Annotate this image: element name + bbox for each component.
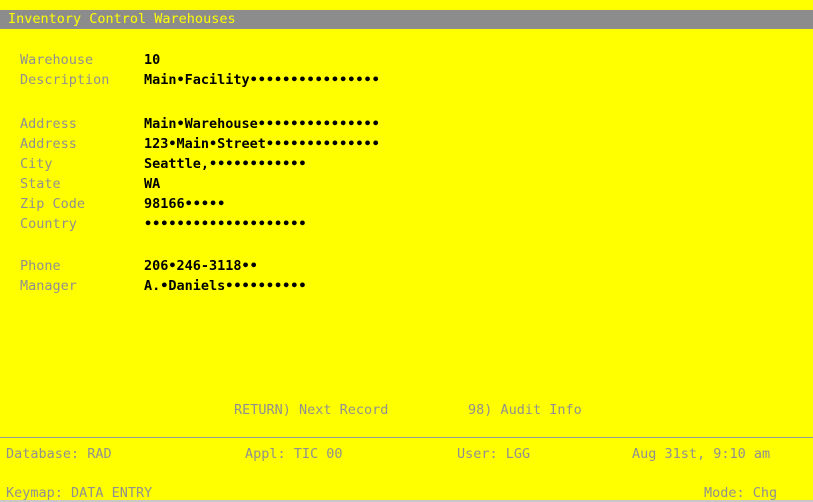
status-appl: Appl: TIC 00 (245, 446, 343, 462)
address-2-input[interactable]: 123•Main•Street•••••••••••••• (144, 134, 380, 154)
divider (0, 437, 813, 438)
field-label-zip-code: Zip Code (20, 196, 86, 212)
status-bar: Database: RAD Appl: TIC 00 User: LGG Aug… (0, 444, 813, 464)
field-label-warehouse: Warehouse (20, 52, 94, 68)
field-label-description: Description (20, 72, 110, 88)
zip-code-input[interactable]: 98166••••• (144, 194, 225, 214)
city-input[interactable]: Seattle,•••••••••••• (144, 154, 307, 174)
next-record-command[interactable]: RETURN) Next Record (234, 400, 388, 420)
field-label-address-1: Address (20, 116, 77, 132)
status-datetime: Aug 31st, 9:10 am (632, 446, 771, 462)
status-user: User: LGG (457, 446, 531, 462)
window-title: Inventory Control Warehouses (0, 10, 813, 29)
address-1-input[interactable]: Main•Warehouse••••••••••••••• (144, 114, 380, 134)
command-bar: RETURN) Next Record 98) Audit Info (0, 400, 813, 420)
manager-input[interactable]: A.•Daniels•••••••••• (144, 276, 307, 296)
field-label-manager: Manager (20, 278, 77, 294)
description-input[interactable]: Main•Facility•••••••••••••••• (144, 70, 380, 90)
field-label-city: City (20, 156, 53, 172)
field-label-address-2: Address (20, 136, 77, 152)
field-label-country: Country (20, 216, 77, 232)
audit-info-command[interactable]: 98) Audit Info (468, 400, 582, 420)
field-label-phone: Phone (20, 258, 61, 274)
warehouse-input[interactable]: 10 (144, 50, 160, 70)
country-input[interactable]: •••••••••••••••••••• (144, 214, 307, 234)
phone-input[interactable]: 206•246-3118•• (144, 256, 258, 276)
field-label-state: State (20, 176, 61, 192)
state-input[interactable]: WA (144, 174, 160, 194)
status-database: Database: RAD (6, 446, 112, 462)
